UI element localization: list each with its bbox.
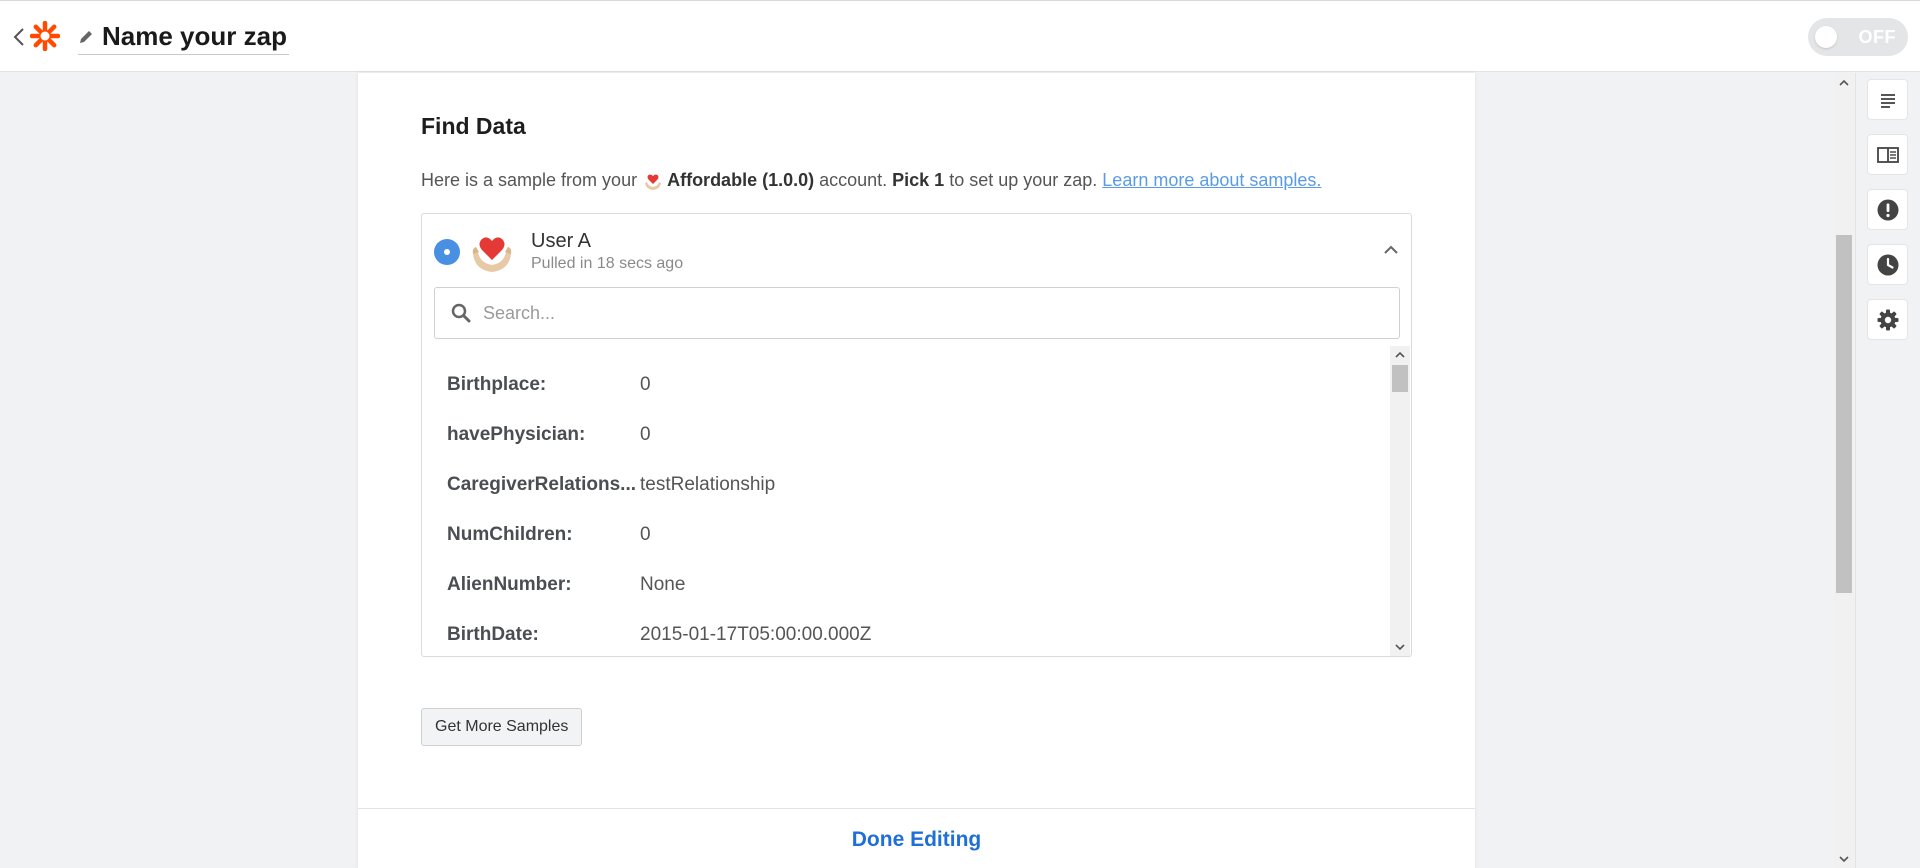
pencil-icon xyxy=(80,30,92,43)
field-key: AlienNumber: xyxy=(447,574,572,595)
learn-more-link[interactable]: Learn more about samples. xyxy=(1102,170,1321,191)
details-icon[interactable] xyxy=(1867,79,1908,120)
field-key: Birthplace: xyxy=(447,374,547,395)
scroll-down-icon[interactable] xyxy=(1394,641,1406,653)
desc-account: account. xyxy=(819,170,888,190)
fields-scrollbar[interactable] xyxy=(1390,346,1410,656)
field-value: 0 xyxy=(640,524,651,545)
scroll-up-icon[interactable] xyxy=(1394,349,1406,361)
field-row: AlienNumber: None xyxy=(447,570,685,600)
desc-suffix: to set up your zap. xyxy=(949,170,1098,190)
field-value: testRelationship xyxy=(640,474,776,495)
field-key: NumChildren: xyxy=(447,524,573,545)
done-editing-bar: Done Editing xyxy=(358,808,1475,868)
field-value: 2015-01-17T05:00:00.000Z xyxy=(640,624,872,645)
app-heart-hands-icon xyxy=(645,173,662,190)
zapier-logo-icon[interactable] xyxy=(29,20,61,52)
sample-description: Here is a sample from your Affordable (1… xyxy=(421,170,1321,191)
guide-icon[interactable] xyxy=(1867,134,1908,175)
field-key: havePhysician: xyxy=(447,424,586,445)
alert-icon[interactable] xyxy=(1867,189,1908,230)
sample-radio[interactable] xyxy=(434,239,460,265)
step-editor-panel: Find Data Here is a sample from your Aff… xyxy=(358,73,1475,868)
toggle-label: OFF xyxy=(1858,27,1896,47)
zap-name[interactable]: Name your zap xyxy=(102,21,287,52)
top-bar: Name your zap OFF xyxy=(0,0,1920,72)
settings-icon[interactable] xyxy=(1867,299,1908,340)
sample-fields-list: Birthplace: 0 havePhysician: 0 Caregiver… xyxy=(422,346,1390,656)
section-title: Find Data xyxy=(421,113,526,139)
field-value: None xyxy=(640,574,686,595)
right-sidebar xyxy=(1855,73,1920,868)
field-row: CaregiverRelations... testRelationship xyxy=(447,470,775,500)
search-icon xyxy=(451,303,471,323)
field-row: Birthplace: 0 xyxy=(447,370,651,400)
field-key: CaregiverRelations... xyxy=(447,474,637,495)
done-editing-button[interactable]: Done Editing xyxy=(852,828,982,852)
field-value: 0 xyxy=(640,374,651,395)
search-input[interactable] xyxy=(483,302,1363,324)
back-chevron-icon[interactable] xyxy=(12,23,32,51)
field-row: BirthDate: 2015-01-17T05:00:00.000Z xyxy=(447,620,871,650)
page-scrollbar[interactable] xyxy=(1834,73,1854,868)
pick-label: Pick 1 xyxy=(892,170,945,190)
scrollbar-thumb[interactable] xyxy=(1836,235,1852,593)
zap-name-editor[interactable]: Name your zap xyxy=(78,19,289,55)
chevron-up-icon[interactable] xyxy=(1380,239,1402,261)
scroll-down-icon[interactable] xyxy=(1838,853,1850,865)
sample-search-field[interactable] xyxy=(434,287,1400,339)
field-row: havePhysician: 0 xyxy=(447,420,651,450)
zap-on-off-toggle[interactable]: OFF xyxy=(1808,18,1908,56)
sample-name: User A xyxy=(531,230,592,252)
field-row: NumChildren: 0 xyxy=(447,520,651,550)
get-more-samples-button[interactable]: Get More Samples xyxy=(421,708,583,746)
toggle-knob xyxy=(1815,26,1837,48)
scroll-up-icon[interactable] xyxy=(1838,77,1850,89)
app-name: Affordable (1.0.0) xyxy=(667,170,815,190)
desc-prefix: Here is a sample from your xyxy=(421,170,638,190)
field-value: 0 xyxy=(640,424,651,445)
field-key: BirthDate: xyxy=(447,624,539,645)
pulled-timestamp: Pulled in 18 secs ago xyxy=(531,255,684,272)
scrollbar-thumb[interactable] xyxy=(1392,365,1408,392)
app-heart-hands-icon xyxy=(472,237,512,272)
history-icon[interactable] xyxy=(1867,244,1908,285)
sample-card: User A Pulled in 18 secs ago Birthplace:… xyxy=(421,213,1412,657)
